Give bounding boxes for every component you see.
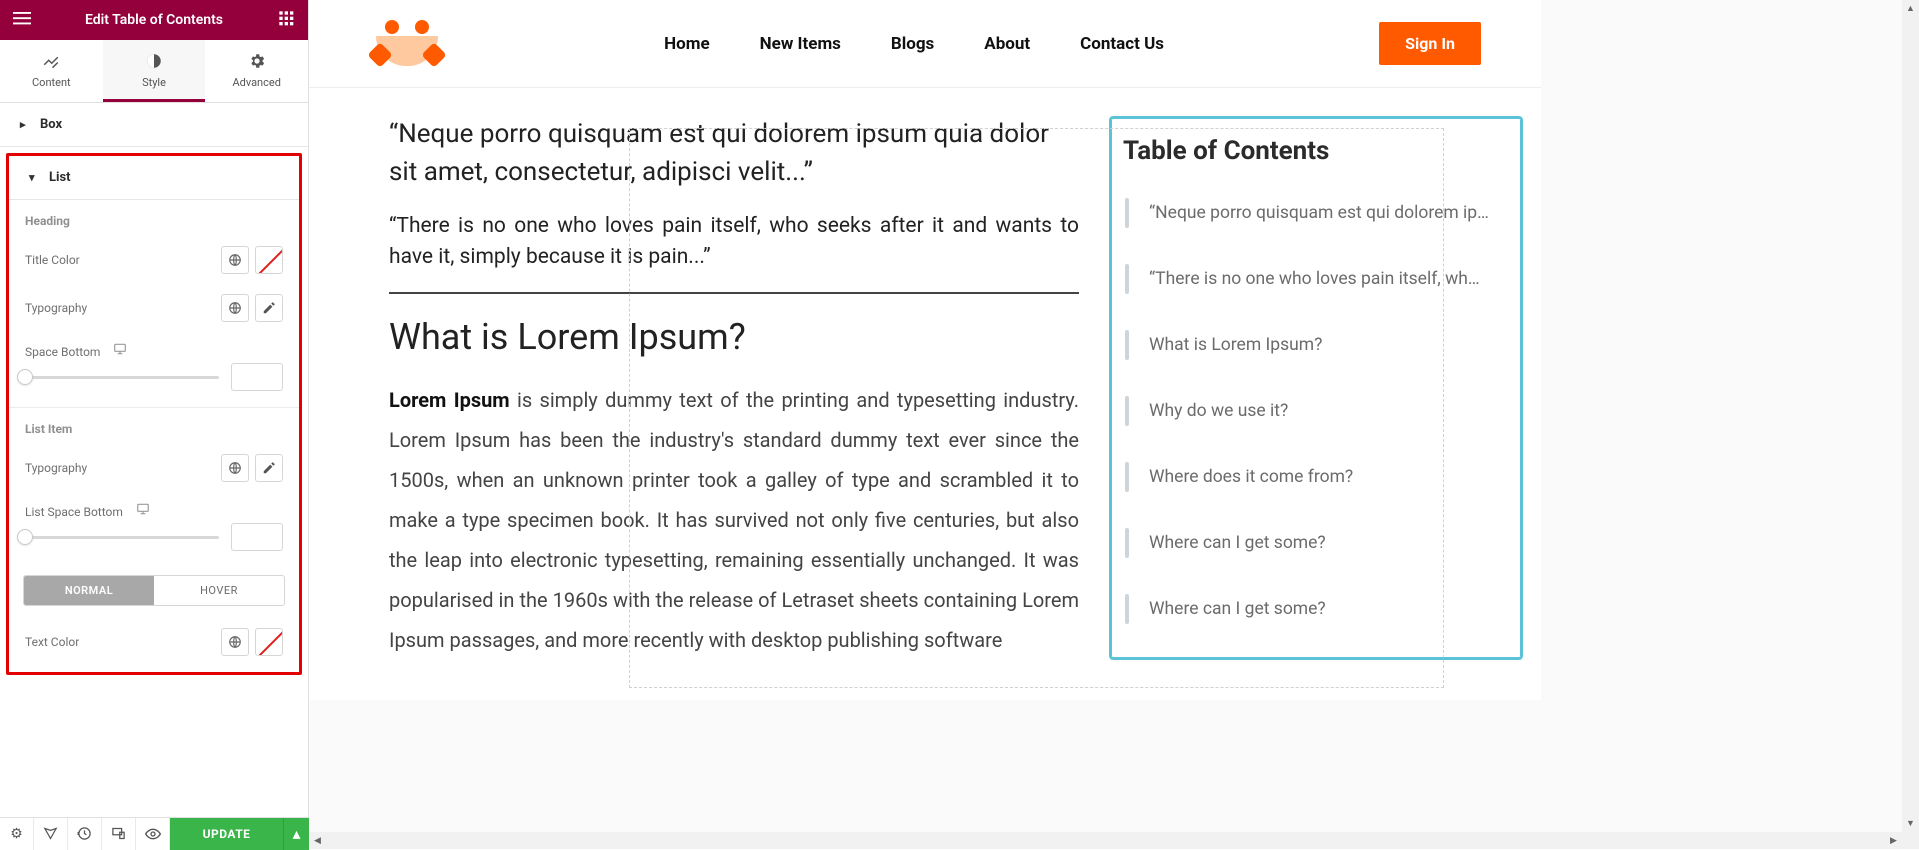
nav-home[interactable]: Home xyxy=(664,34,710,54)
control-text-color: Text Color xyxy=(9,618,299,666)
accordion-list[interactable]: ▾ List xyxy=(9,156,299,200)
tab-content-label: Content xyxy=(32,76,71,89)
state-tab-hover[interactable]: HOVER xyxy=(154,576,284,605)
preview-area: Home New Items Blogs About Contact Us Si… xyxy=(309,0,1919,849)
vertical-scrollbar[interactable]: ▲ ▼ xyxy=(1902,0,1919,849)
globe-icon[interactable] xyxy=(221,454,249,482)
tab-advanced-label: Advanced xyxy=(232,76,280,89)
widgets-grid-icon[interactable] xyxy=(274,10,298,30)
slider-list-space-bottom xyxy=(9,521,299,567)
pencil-icon[interactable] xyxy=(255,454,283,482)
slider-value-input[interactable] xyxy=(231,523,283,551)
globe-icon[interactable] xyxy=(221,246,249,274)
desktop-icon[interactable] xyxy=(136,505,150,519)
control-label: Space Bottom xyxy=(25,342,127,359)
control-list-typography: Typography xyxy=(9,444,299,492)
caret-right-icon: ▸ xyxy=(20,118,30,131)
control-label: Text Color xyxy=(25,635,79,649)
accordion-list-label: List xyxy=(49,170,71,185)
section-outline xyxy=(629,128,1444,688)
editor-sidebar: Edit Table of Contents Content Style Adv… xyxy=(0,0,309,849)
tab-advanced[interactable]: Advanced xyxy=(205,40,308,102)
slider-thumb[interactable] xyxy=(17,369,33,385)
color-swatch-none[interactable] xyxy=(255,628,283,656)
slider-track[interactable] xyxy=(25,376,219,379)
slider-thumb[interactable] xyxy=(17,529,33,545)
signin-button[interactable]: Sign In xyxy=(1379,22,1481,65)
desktop-icon[interactable] xyxy=(113,345,127,359)
control-label: List Space Bottom xyxy=(25,502,150,519)
horizontal-scrollbar[interactable]: ◀ ▶ xyxy=(309,832,1902,849)
scroll-down-icon[interactable]: ▼ xyxy=(1902,815,1919,832)
sidebar-title: Edit Table of Contents xyxy=(34,12,274,28)
nav-new-items[interactable]: New Items xyxy=(760,34,841,54)
nav-blogs[interactable]: Blogs xyxy=(891,34,934,54)
slider-track[interactable] xyxy=(25,536,219,539)
control-space-bottom: Space Bottom xyxy=(9,332,299,361)
nav-links: Home New Items Blogs About Contact Us xyxy=(449,34,1379,54)
panel-body: ▸ Box ▾ List Heading Title Color xyxy=(0,103,308,849)
tab-style-label: Style xyxy=(142,76,166,89)
tab-style[interactable]: Style xyxy=(103,40,206,102)
list-item-group-label: List Item xyxy=(9,408,299,444)
heading-group-label: Heading xyxy=(9,200,299,236)
editor-tabs: Content Style Advanced xyxy=(0,40,308,103)
control-label: Title Color xyxy=(25,253,80,267)
settings-icon[interactable]: ⚙ xyxy=(0,818,34,850)
nav-contact[interactable]: Contact Us xyxy=(1080,34,1164,54)
menu-icon[interactable] xyxy=(10,9,34,31)
preview-icon[interactable] xyxy=(136,818,170,850)
pencil-icon[interactable] xyxy=(255,294,283,322)
control-heading-typography: Typography xyxy=(9,284,299,332)
control-label: Typography xyxy=(25,461,87,475)
scroll-left-icon[interactable]: ◀ xyxy=(309,832,326,849)
update-button[interactable]: UPDATE xyxy=(170,818,283,850)
slider-space-bottom xyxy=(9,361,299,408)
sidebar-header: Edit Table of Contents xyxy=(0,0,308,40)
tab-content[interactable]: Content xyxy=(0,40,103,102)
scroll-up-icon[interactable]: ▲ xyxy=(1902,0,1919,17)
globe-icon[interactable] xyxy=(221,628,249,656)
responsive-icon[interactable] xyxy=(102,818,136,850)
accordion-box[interactable]: ▸ Box xyxy=(0,103,308,147)
list-section: Heading Title Color Typography xyxy=(9,200,299,666)
color-swatch-none[interactable] xyxy=(255,246,283,274)
slider-value-input[interactable] xyxy=(231,363,283,391)
scroll-right-icon[interactable]: ▶ xyxy=(1885,832,1902,849)
globe-icon[interactable] xyxy=(221,294,249,322)
bottom-bar: ⚙ UPDATE ▴ xyxy=(0,817,309,849)
accordion-box-label: Box xyxy=(40,117,62,132)
top-nav: Home New Items Blogs About Contact Us Si… xyxy=(309,0,1541,88)
control-list-space-bottom: List Space Bottom xyxy=(9,492,299,521)
state-tabs: NORMAL HOVER xyxy=(23,575,285,606)
update-options-button[interactable]: ▴ xyxy=(283,818,309,850)
control-label: Typography xyxy=(25,301,87,315)
history-icon[interactable] xyxy=(68,818,102,850)
state-tab-normal[interactable]: NORMAL xyxy=(24,576,154,605)
site-logo[interactable] xyxy=(369,16,449,72)
navigator-icon[interactable] xyxy=(34,818,68,850)
nav-about[interactable]: About xyxy=(984,34,1030,54)
caret-down-icon: ▾ xyxy=(29,171,39,184)
highlight-annotation: ▾ List Heading Title Color Typography xyxy=(6,153,302,675)
article-lead: Lorem Ipsum xyxy=(389,388,510,412)
control-title-color: Title Color xyxy=(9,236,299,284)
